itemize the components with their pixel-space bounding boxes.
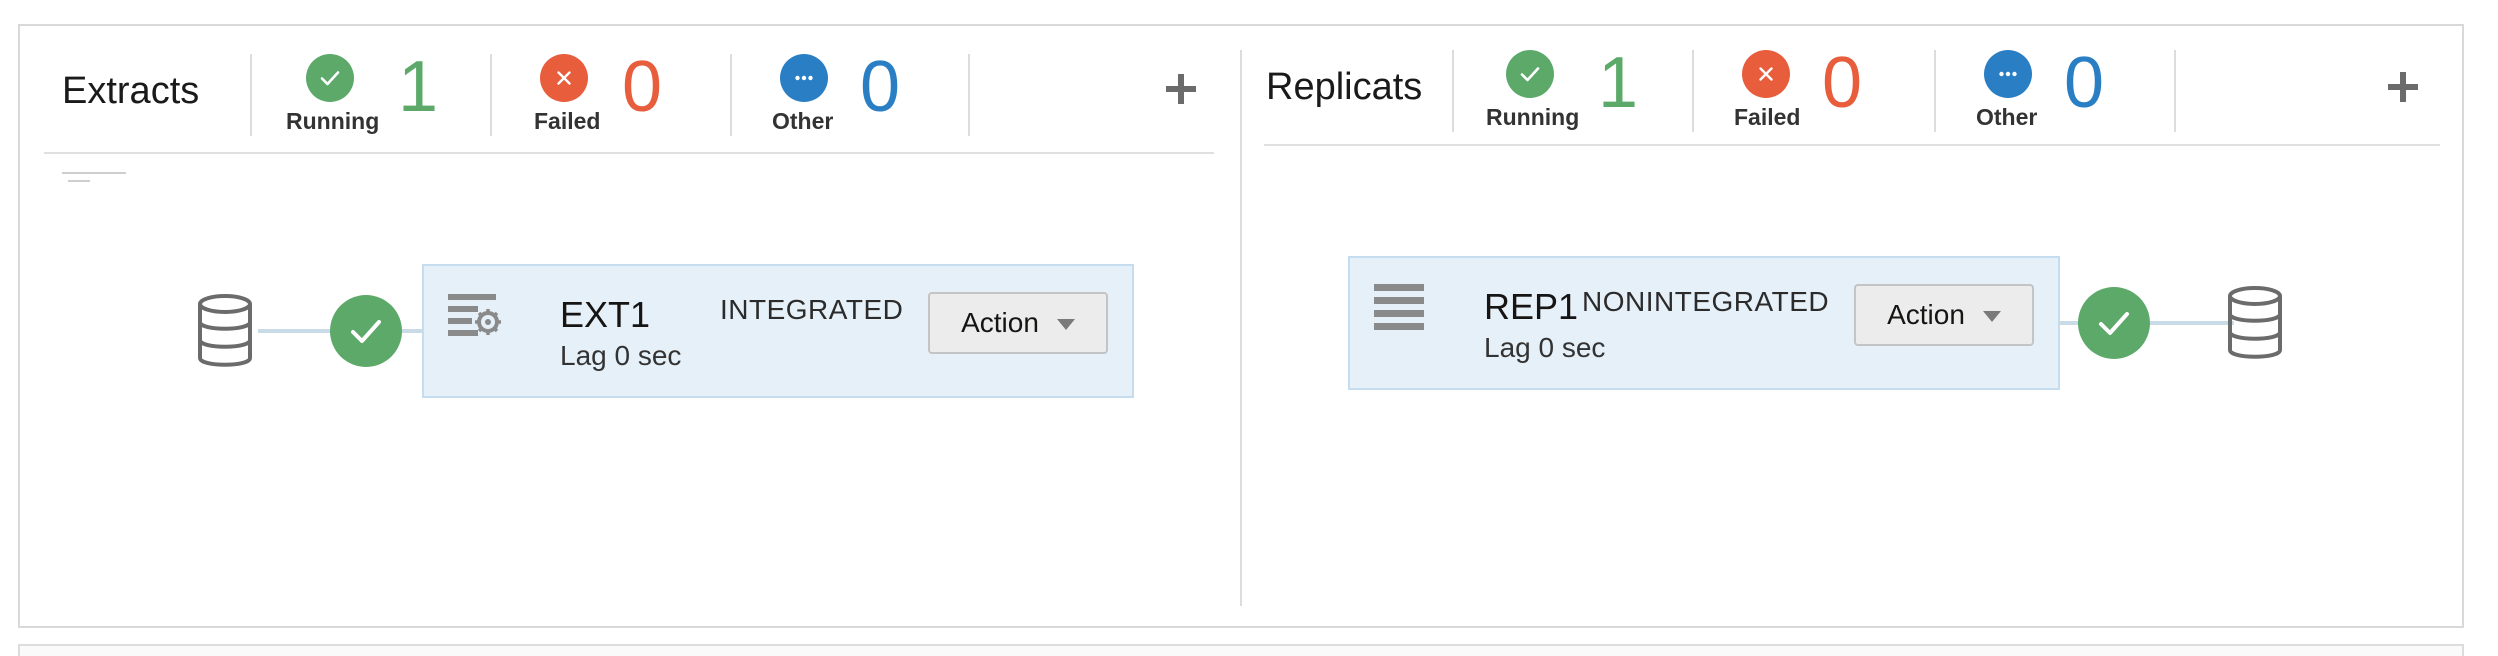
header-separator — [1692, 50, 1694, 132]
header-separator — [968, 54, 970, 136]
caret-down-icon — [1982, 310, 2001, 322]
plus-icon[interactable] — [2386, 70, 2420, 104]
failed-count: 0 — [1822, 43, 1863, 123]
check-icon — [306, 54, 354, 102]
action-label: Action — [1887, 299, 1965, 330]
extract-name: EXT1 — [560, 294, 651, 335]
replicat-action-button[interactable]: Action — [1854, 284, 2034, 346]
plus-icon[interactable] — [1164, 72, 1198, 106]
header-underline — [44, 152, 1214, 154]
header-separator — [1934, 50, 1936, 132]
header-separator — [250, 54, 252, 136]
extract-lag: Lag 0 sec — [560, 340, 682, 371]
replicats-title: Replicats — [1266, 66, 1423, 108]
replicat-name: REP1 — [1484, 286, 1579, 327]
replicat-status-check-icon — [2078, 287, 2150, 359]
extract-status-check-icon — [330, 295, 402, 367]
replicats-failed-stat[interactable]: Failed 0 — [1734, 43, 1962, 140]
header-separator — [2174, 50, 2176, 132]
other-count: 0 — [2064, 43, 2105, 123]
extracts-failed-stat[interactable]: Failed 0 — [534, 47, 760, 144]
more-icon — [780, 54, 828, 102]
replicat-type: NONINTEGRATED — [1582, 286, 1830, 317]
failed-label: Failed — [534, 108, 601, 134]
close-icon — [540, 54, 588, 102]
check-icon — [1506, 50, 1554, 98]
extracts-running-stat[interactable]: Running 1 — [286, 47, 526, 144]
replicat-card-rep1[interactable]: REP1 NONINTEGRATED Lag 0 sec Action — [1348, 256, 2060, 390]
extract-action-button[interactable]: Action — [928, 292, 1108, 354]
header-separator — [1452, 50, 1454, 132]
panel-divider — [1240, 50, 1242, 606]
action-label: Action — [961, 307, 1039, 338]
running-label: Running — [1486, 104, 1580, 130]
decorative-line — [62, 172, 126, 174]
running-count: 1 — [398, 47, 439, 127]
close-icon — [1742, 50, 1790, 98]
replicats-other-stat[interactable]: Other 0 — [1976, 43, 2204, 140]
running-label: Running — [286, 108, 380, 134]
more-icon — [1984, 50, 2032, 98]
next-section-edge — [18, 644, 2464, 656]
other-label: Other — [1976, 104, 2038, 130]
header-underline — [1264, 144, 2440, 146]
other-label: Other — [772, 108, 834, 134]
extracts-title: Extracts — [62, 70, 200, 112]
extract-card-ext1[interactable]: EXT1 INTEGRATED Lag 0 sec Action — [422, 264, 1134, 398]
decorative-line — [68, 180, 90, 182]
other-count: 0 — [860, 47, 901, 127]
extracts-other-stat[interactable]: Other 0 — [772, 47, 1000, 144]
extract-gear-icon — [448, 292, 502, 342]
source-database-icon — [196, 294, 254, 368]
caret-down-icon — [1056, 318, 1075, 330]
replicat-lag: Lag 0 sec — [1484, 332, 1606, 363]
running-count: 1 — [1598, 43, 1639, 123]
target-database-icon — [2226, 286, 2284, 360]
failed-count: 0 — [622, 47, 663, 127]
failed-label: Failed — [1734, 104, 1801, 130]
extract-type: INTEGRATED — [720, 294, 904, 325]
replicat-list-icon — [1374, 284, 1424, 330]
flow-connector — [2150, 321, 2234, 325]
header-separator — [490, 54, 492, 136]
flow-connector — [258, 329, 336, 333]
header-separator — [730, 54, 732, 136]
